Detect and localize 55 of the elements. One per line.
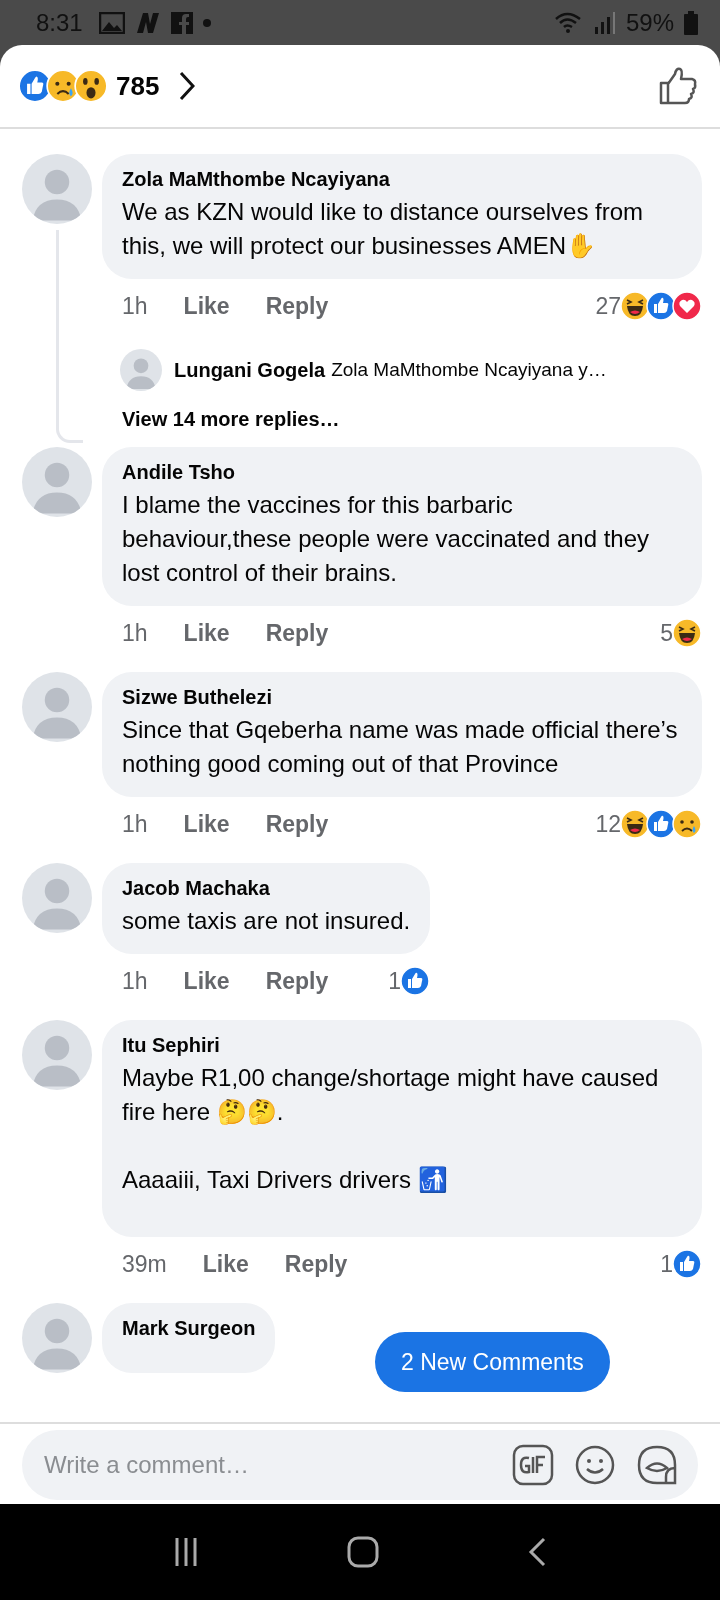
like-link[interactable]: Like (183, 810, 230, 838)
reply-link[interactable]: Reply (265, 810, 329, 838)
comment-time: 39m (122, 1250, 167, 1278)
commenter-name[interactable]: Andile Tsho (122, 461, 682, 484)
recent-apps-icon[interactable] (174, 1538, 199, 1566)
thumbs-up-icon[interactable] (658, 66, 698, 106)
battery-icon (684, 10, 698, 35)
like-link[interactable]: Like (183, 967, 230, 995)
gif-icon[interactable] (512, 1444, 554, 1486)
reaction-count: 1 (660, 1250, 673, 1278)
like-link[interactable]: Like (202, 1250, 249, 1278)
signal-icon (593, 10, 616, 35)
comment-text: Since that Gqeberha name was made official there’s nothing good coming out of that Province (122, 715, 679, 779)
commenter-name[interactable]: Jacob Machaka (122, 877, 411, 900)
comment-time: 1h (122, 810, 148, 838)
comment-time: 1h (122, 619, 148, 647)
commenter-name[interactable]: Itu Sephiri (122, 1034, 682, 1057)
back-icon[interactable] (527, 1537, 546, 1567)
comment-input-field[interactable]: Write a comment… (42, 1450, 492, 1480)
comment-time: 1h (122, 292, 148, 320)
commenter-name[interactable]: Mark Surgeon (122, 1317, 256, 1340)
status-time: 8:31 (36, 8, 83, 37)
reaction-count: 1 (388, 967, 402, 995)
reaction-count: 5 (660, 619, 673, 647)
reply-link[interactable]: Reply (265, 619, 329, 647)
reaction-count[interactable]: 785 (116, 70, 160, 102)
reaction-count: 12 (595, 810, 621, 838)
commenter-name[interactable]: Zola MaMthombe Ncayiyana (122, 168, 682, 191)
sticker-icon[interactable] (636, 1444, 678, 1486)
reply-text[interactable]: Zola MaMthombe Ncayiyana y… (331, 359, 607, 381)
facebook-icon (170, 11, 193, 34)
comment-text: Aaaaiii, Taxi Drivers drivers 🚮 (122, 1165, 449, 1195)
reply-link[interactable]: Reply (265, 967, 329, 995)
view-more-replies-link[interactable]: View 14 more replies… (102, 395, 702, 443)
reply-link[interactable]: Reply (265, 292, 329, 320)
news-icon (134, 11, 161, 34)
comment-text: I blame the vaccines for this barbaric behaviour,these people were vaccinated and they lost control of their brains. (122, 490, 651, 588)
reaction-count: 27 (595, 292, 621, 320)
chevron-right-icon[interactable] (179, 71, 196, 101)
comment-text: some taxis are not insured. (122, 906, 411, 936)
reply-link[interactable]: Reply (284, 1250, 348, 1278)
smiley-icon[interactable] (574, 1444, 616, 1486)
new-comments-button[interactable]: 2 New Comments (375, 1332, 610, 1392)
dot-icon (202, 18, 211, 27)
battery-percentage: 59% (625, 8, 674, 37)
comment-text: We as KZN would like to distance ourselves from this, we will protect our businesses AMEN✋ (122, 197, 645, 261)
like-link[interactable]: Like (183, 292, 230, 320)
reply-author-name[interactable]: Lungani Gogela (174, 358, 326, 382)
comment-time: 1h (122, 967, 148, 995)
comment-text: Maybe R1,00 change/shortage might have caused fire here 🤔🤔. (122, 1063, 660, 1127)
commenter-name[interactable]: Sizwe Buthelezi (122, 686, 682, 709)
comment-field[interactable]: Write a comment… (22, 1430, 698, 1500)
home-icon[interactable] (347, 1536, 379, 1568)
like-link[interactable]: Like (183, 619, 230, 647)
image-icon (98, 11, 125, 34)
